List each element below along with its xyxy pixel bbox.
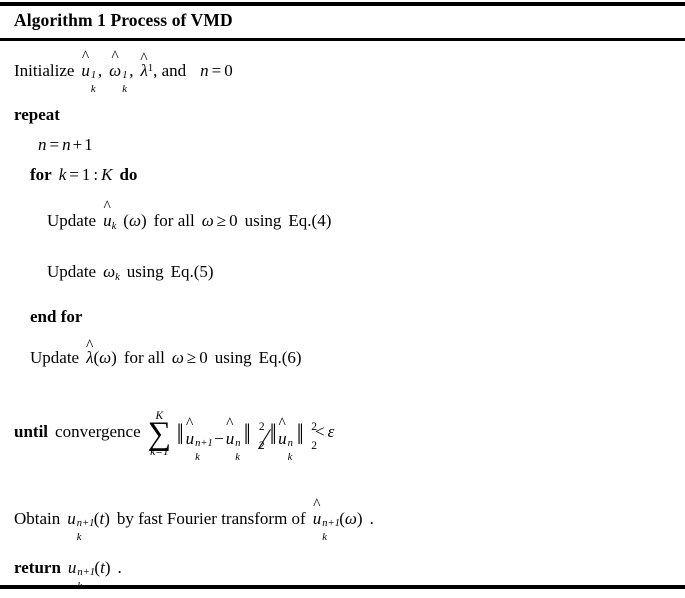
separator-comma-1: , [97, 61, 103, 80]
update-omega-subscript: k [115, 272, 120, 284]
for-keyword: for [30, 165, 52, 184]
for-colon: : [93, 165, 99, 184]
equals-sign: = [211, 61, 222, 80]
update-lambda-hat-symbol: ^ λ [85, 336, 94, 367]
norm-denominator-content: ^ u n k [278, 415, 293, 463]
division-slash: ∕ [262, 422, 267, 456]
line-increment: n = n +1 [38, 134, 93, 156]
line-end-for: end for [30, 306, 82, 328]
update-lambda-equation: Eq.(6) [258, 348, 302, 367]
increment-one: 1 [84, 135, 93, 154]
initialize-keyword: Initialize [14, 61, 75, 80]
increment-lhs: n [38, 135, 47, 154]
obtain-hat-arg: ω [344, 509, 357, 528]
line-update-omega: Update ωk using Eq.(5) [47, 261, 214, 283]
update-u-using: using [244, 211, 282, 230]
title-separator-rule [0, 38, 685, 41]
obtain-middle-text: by fast Fourier transform of [116, 509, 306, 528]
return-symbol: u [67, 558, 77, 577]
update-lambda-using: using [214, 348, 252, 367]
bottom-rule [0, 585, 685, 589]
counter-value: 0 [224, 61, 233, 80]
update-lambda-keyword: Update [30, 348, 80, 367]
algorithm-block: Algorithm 1 Process of VMD Initialize ^ u 1… [0, 0, 685, 595]
obtain-period: . [369, 509, 374, 528]
counter-var: n [200, 61, 209, 80]
norm-numerator-content: ^ u n+1 k − ^ u n k [185, 415, 241, 463]
u-hat-new: ^ u [185, 415, 195, 448]
obtain-hat-paren-close: ) [356, 509, 363, 528]
for-do-keyword: do [119, 165, 138, 184]
summation-symbol: K ∑ k=1 [148, 410, 172, 458]
return-period: . [117, 558, 122, 577]
update-u-cond-value: 0 [229, 211, 238, 230]
update-u-cond-var: ω [201, 211, 214, 230]
line-update-lambda: Update ^ λ(ω) for all ω ≥0 using Eq.(6) [30, 336, 302, 369]
repeat-keyword: repeat [14, 105, 60, 124]
line-initialize: Initialize ^ u 1 k, ^ ω 1 k, ^ λ1, and n = 0 [14, 47, 233, 96]
for-end: K [101, 165, 113, 184]
epsilon-symbol: ε [327, 421, 335, 441]
update-u-subscript: k [111, 221, 117, 233]
line-repeat: repeat [14, 104, 60, 126]
update-u-paren-close: ) [140, 211, 147, 230]
update-lambda-cond-rel: ≥ [186, 348, 197, 367]
update-lambda-paren-close: ) [111, 348, 117, 367]
obtain-paren-close: ) [104, 509, 110, 528]
update-lambda-cond-var: ω [171, 348, 184, 367]
line-obtain: Obtain u n+1 k (t) by fast Fourier transform … [14, 495, 374, 544]
line-until-convergence: until convergence K ∑ k=1 ‖ ^ u n+1 k − ^ u n k ‖ 2 2 ∕ ‖ ^ u… [14, 410, 335, 463]
algorithm-title: Algorithm 1 Process of VMD [14, 10, 233, 30]
end-for-keyword: end for [30, 307, 83, 326]
increment-equals: = [49, 135, 60, 154]
return-keyword: return [14, 558, 61, 577]
u-hat-denominator: ^ u [278, 415, 287, 448]
convergence-text: convergence [55, 421, 141, 441]
update-u-equation: Eq.(4) [288, 211, 332, 230]
obtain-symbol: u [67, 509, 76, 528]
update-omega-using: using [126, 262, 164, 281]
top-rule [0, 2, 685, 6]
update-lambda-forall: for all [123, 348, 165, 367]
return-paren-close: ) [104, 558, 111, 577]
lambda-hat-symbol: ^ λ [140, 49, 148, 80]
norm-minus: − [214, 428, 224, 448]
norm-numerator: ‖ ^ u n+1 k − ^ u n k ‖ 2 2 [177, 415, 265, 463]
summation-lower-limit: k=1 [150, 446, 169, 458]
update-u-hat-symbol: ^ u [103, 197, 112, 230]
line-return: returnun+1k(t). [14, 558, 122, 592]
increment-rhs-var: n [62, 135, 71, 154]
norm-denominator-index: 2 [311, 439, 318, 452]
update-lambda-cond-value: 0 [199, 348, 208, 367]
obtain-u-hat-symbol: ^ u [312, 495, 322, 528]
update-u-arg: ω [128, 211, 141, 230]
u-hat-symbol: ^ u [81, 47, 90, 80]
increment-plus: + [72, 135, 83, 154]
update-omega-equation: Eq.(5) [170, 262, 214, 281]
update-u-keyword: Update [47, 211, 97, 230]
for-equals: = [69, 165, 79, 184]
update-u-cond-rel: ≥ [216, 211, 227, 230]
u-hat-old: ^ u [225, 415, 235, 448]
initialize-and: , and [153, 61, 187, 80]
obtain-keyword: Obtain [14, 509, 61, 528]
lambda-superscript: 1 [147, 62, 154, 74]
norm-denominator: ‖ ^ u n k ‖ 2 2 [269, 415, 318, 463]
summation-upper-limit: K [155, 410, 164, 422]
separator-comma-2: , [129, 61, 134, 80]
until-keyword: until [14, 421, 49, 441]
update-omega-keyword: Update [47, 262, 97, 281]
update-omega-symbol: ω [103, 262, 116, 281]
update-u-forall: for all [153, 211, 195, 230]
omega-hat-symbol: ^ ω [109, 47, 122, 80]
line-update-u: Update ^ uk (ω) for all ω ≥0 using Eq.(4) [47, 197, 332, 233]
update-lambda-arg: ω [99, 348, 112, 367]
line-for: for k = 1: Kdo [30, 164, 137, 186]
